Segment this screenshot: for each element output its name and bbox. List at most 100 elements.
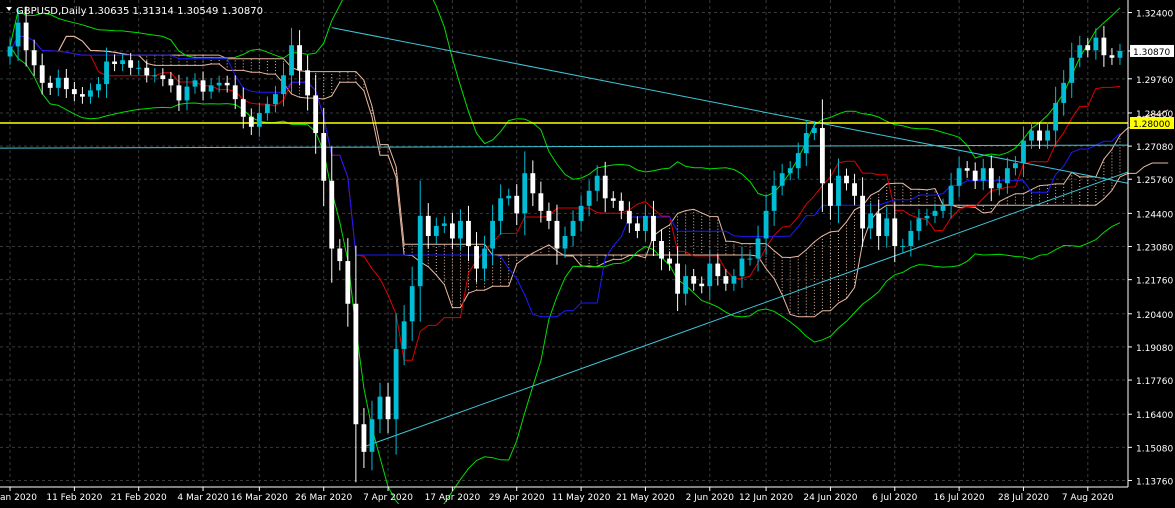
candle-bull [55,77,61,88]
candle-bull [1045,130,1051,141]
candle-bear [610,198,616,201]
candle-bull [940,205,946,211]
y-tick-label: 1.23080 [1136,244,1173,254]
candle-bear [988,168,994,189]
y-tick-label: 1.15080 [1136,444,1173,454]
candle-bull [868,213,874,229]
candle-bull [490,220,496,249]
candle-bull [900,246,906,248]
y-tick-label: 1.24400 [1136,210,1173,220]
candle-bear [715,263,721,277]
candle-bull [956,168,962,186]
candle-bull [1061,82,1067,103]
candle-bear [1037,130,1042,141]
y-tick-label: 1.27080 [1136,143,1173,153]
x-tick-label: 12 Jun 2020 [739,493,793,503]
candle-bull [586,190,592,206]
candle-bull [120,60,126,65]
candle-bull [1053,102,1059,131]
candle-bull [779,173,785,186]
candle-bear [699,283,705,287]
candle-bull [216,82,222,86]
candle-bull [562,235,568,249]
y-tick-label: 1.19080 [1136,344,1173,354]
candle-bear [844,175,849,184]
x-tick-label: 28 Jul 2020 [998,493,1049,503]
candle-bear [554,220,560,249]
candle-bull [578,205,584,221]
x-tick-label: 29 Apr 2020 [489,493,545,503]
candle-bear [1085,45,1091,51]
candle-bull [96,84,101,91]
y-tick-label: 1.13760 [1136,477,1173,487]
chart-canvas[interactable]: 1.324001.308701.297601.284001.270801.257… [0,0,1175,508]
x-tick-label: 11 Feb 2020 [46,493,102,503]
candle-bull [811,128,817,134]
candle-bull [1077,45,1083,58]
candle-bull [369,419,375,452]
candle-bear [176,85,182,101]
candle-bull [948,185,954,206]
candle-bear [546,210,552,221]
candle-bear [128,60,134,68]
candle-bear [240,99,246,117]
candle-bull [281,75,286,95]
candle-bear [474,246,479,269]
candle-bull [401,321,407,349]
candle-bull [787,168,793,174]
candle-bear [63,77,69,90]
candle-bear [618,200,624,211]
candle-bear [232,85,238,100]
y-tick-label: 1.25760 [1136,176,1173,186]
candle-bear [112,61,117,65]
candle-bear [530,173,536,194]
current-price-label: 1.30870 [1133,48,1170,58]
candle-bear [449,223,455,239]
candle-bull [506,195,512,199]
y-tick-label: 1.20400 [1136,311,1173,321]
candle-bull [884,218,890,236]
candle-bear [321,133,327,181]
candle-bear [353,303,359,425]
candle-bull [980,168,986,181]
candle-bull [795,153,801,169]
candle-bull [152,75,158,77]
price-chart[interactable]: 1.324001.308701.297601.284001.270801.257… [0,0,1175,508]
candle-bear [723,276,729,284]
candle-bear [538,193,544,211]
candle-bear [892,218,898,247]
candle-bear [659,240,664,259]
candle-bull [836,175,841,206]
candle-bull [482,248,487,269]
candle-bear [168,79,174,86]
candle-bull [1004,168,1010,184]
candle-bull [441,223,447,226]
candle-bull [377,396,383,420]
candle-bull [570,220,576,236]
candle-bear [964,168,970,171]
candle-bear [305,70,311,96]
candle-bull [755,238,761,259]
candle-bear [144,67,150,76]
candle-bull [417,215,423,287]
candle-bear [23,22,29,51]
y-tick-label: 1.21760 [1136,277,1173,287]
candle-bear [651,215,656,241]
x-tick-label: 30 Jan 2020 [0,493,37,503]
candle-bear [602,175,608,199]
candle-bear [972,170,978,181]
ohlc-values: 1.30635 1.31314 1.30549 1.30870 [88,6,263,17]
candle-bear [385,396,391,420]
x-tick-label: 2 Jun 2020 [686,493,735,503]
x-tick-label: 21 May 2020 [616,493,675,503]
candle-bear [691,276,697,284]
candle-bear [31,50,37,66]
candle-bull [289,45,294,76]
candle-bull [932,210,938,216]
candle-bull [643,215,648,231]
candle-bull [1093,37,1099,51]
candle-bull [393,348,399,420]
y-tick-label: 1.16400 [1136,411,1173,421]
candle-bear [514,195,520,214]
candle-bull [707,263,713,287]
